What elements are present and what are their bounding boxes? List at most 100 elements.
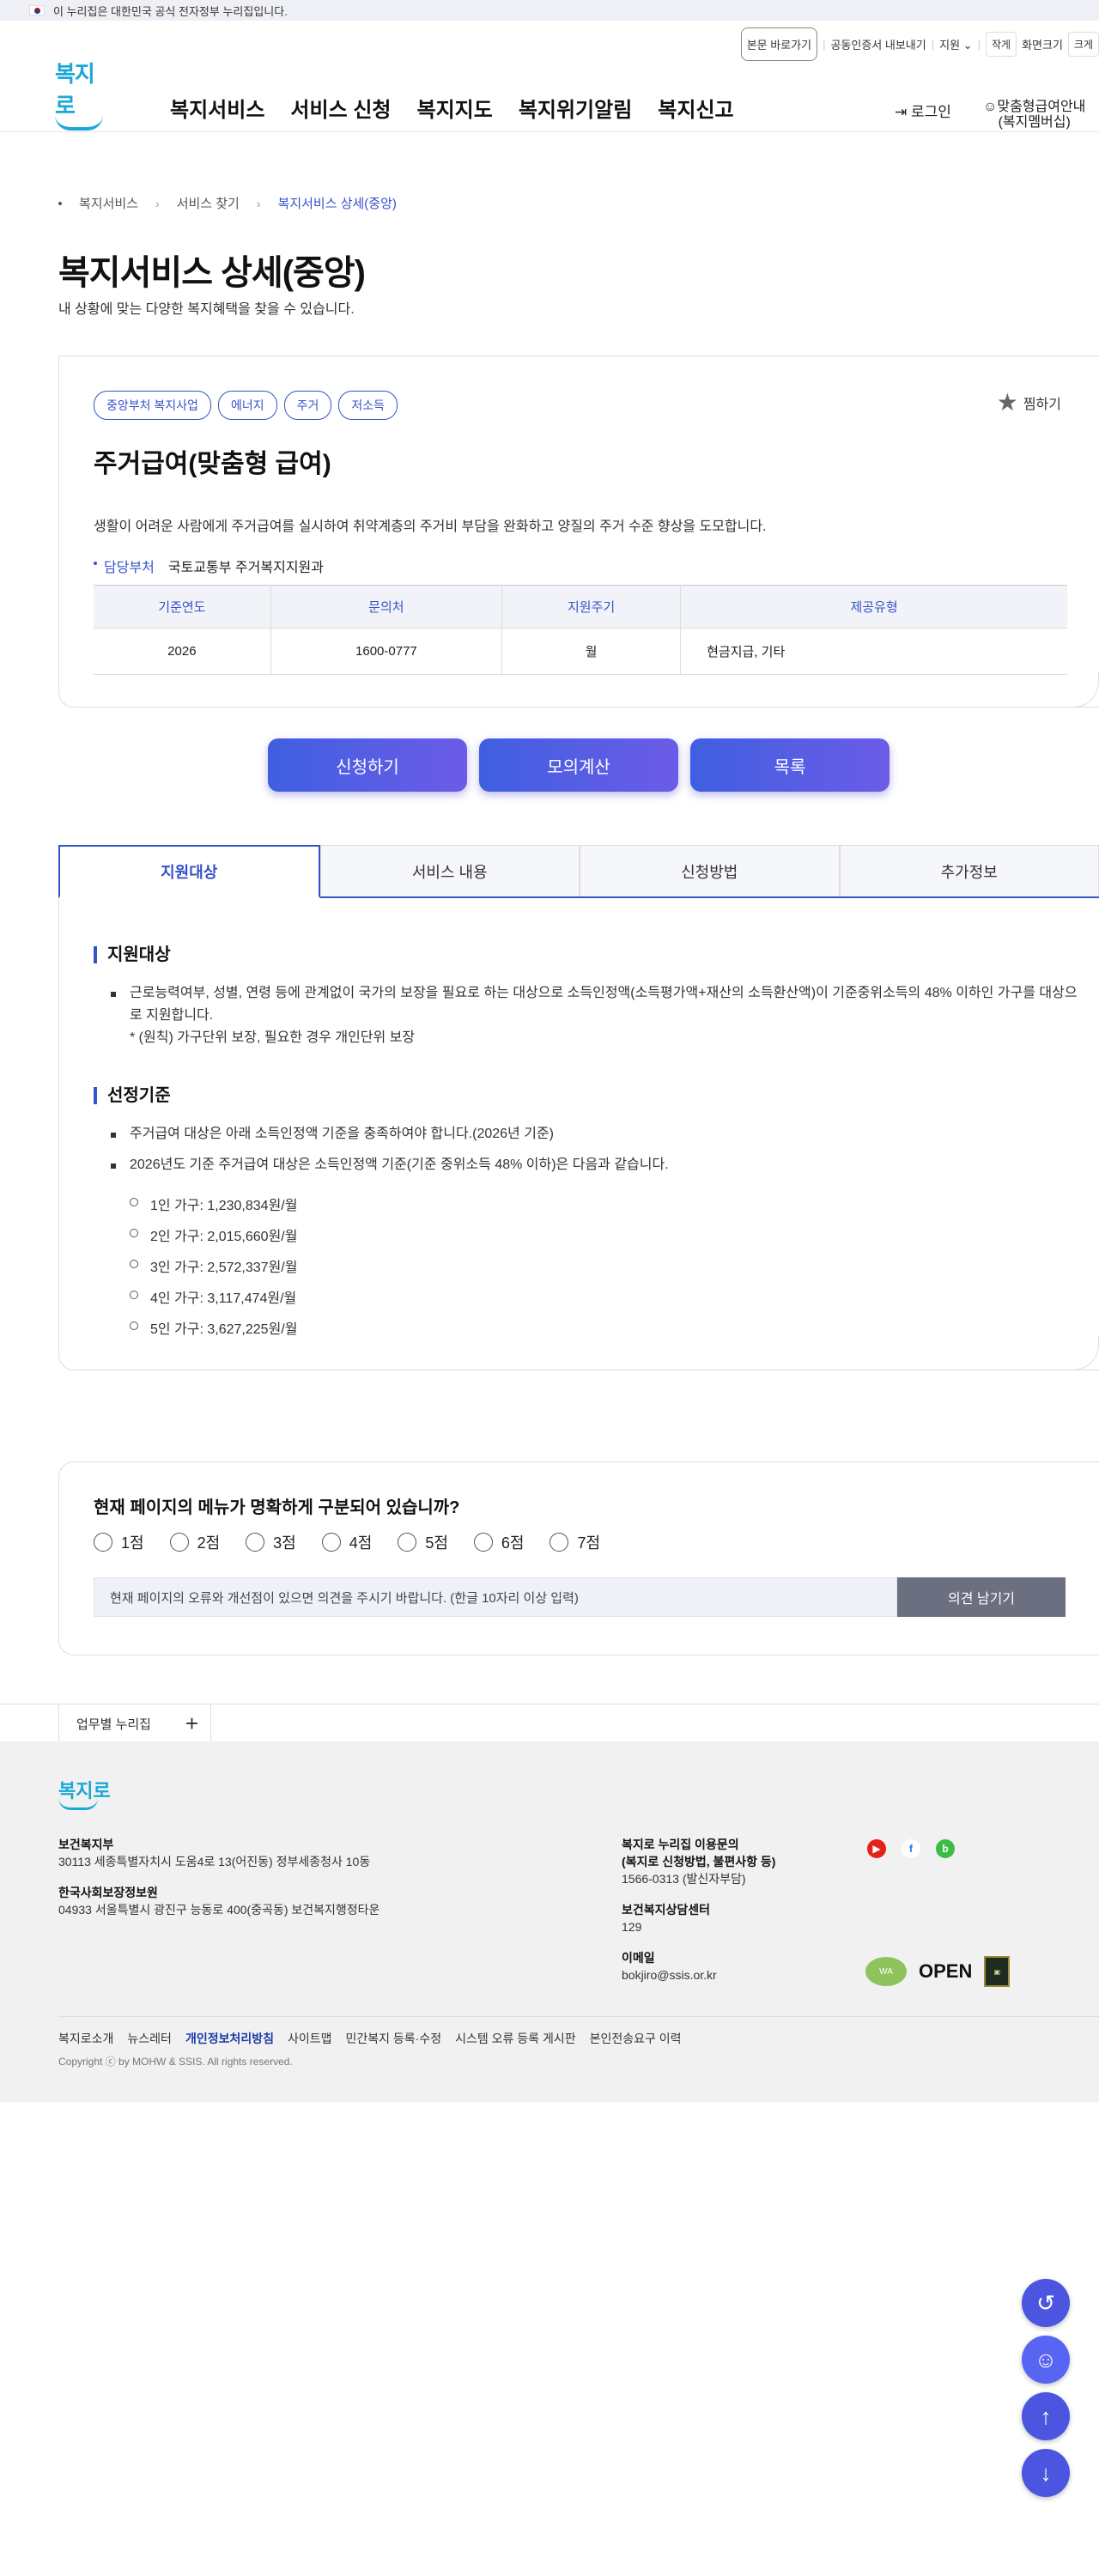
rating-option[interactable]: 3점 bbox=[246, 1531, 296, 1553]
tag[interactable]: 주거 bbox=[283, 391, 332, 420]
language-label: 지원 bbox=[939, 39, 961, 52]
survey-section: 현재 페이지의 메뉴가 명확하게 구분되어 있습니까? 1점 2점 3점 4점 … bbox=[58, 1461, 1099, 1656]
text-small-button[interactable]: 작게 bbox=[985, 32, 1017, 57]
rating-option[interactable]: 2점 bbox=[169, 1531, 220, 1553]
youtube-icon[interactable]: ▶ bbox=[867, 1839, 886, 1858]
page-subtitle: 내 상황에 맞는 다양한 복지혜택을 찾을 수 있습니다. bbox=[58, 302, 355, 317]
table-header: 제공유형 bbox=[680, 585, 1067, 629]
rating-label: 5점 bbox=[425, 1534, 448, 1552]
nav-crisis-alert[interactable]: 복지위기알림 bbox=[519, 93, 632, 123]
login-label: 로그인 bbox=[910, 104, 951, 120]
login-link[interactable]: ⇥ 로그인 bbox=[895, 100, 951, 121]
list-button[interactable]: 목록 bbox=[690, 738, 890, 792]
apply-button[interactable]: 신청하기 bbox=[268, 738, 467, 792]
certification-badge-icon[interactable]: ▣ bbox=[984, 1956, 1011, 1987]
skip-to-content-button[interactable]: 본문 바로가기 bbox=[740, 27, 818, 61]
tab-additional-info[interactable]: 추가정보 bbox=[839, 845, 1099, 896]
footer-link[interactable]: 본인전송요구 이력 bbox=[590, 2030, 682, 2047]
chatbot-icon: ☺ bbox=[1034, 2346, 1058, 2372]
footer-link[interactable]: 시스템 오류 등록 게시판 bbox=[455, 2030, 575, 2047]
favorite-label: 찜하기 bbox=[1023, 398, 1061, 412]
breadcrumb-item[interactable]: 서비스 찾기 bbox=[177, 194, 240, 212]
contact-info: 이메일 bokjiro@ssis.or.kr bbox=[622, 1949, 717, 1984]
org-info: 보건복지부 30113 세종특별자치시 도움4로 13(어진동) 정부세종청사 … bbox=[58, 1836, 370, 1870]
favorite-button[interactable]: ★ 찜하기 bbox=[997, 391, 1061, 415]
history-icon: ↺ bbox=[1036, 2289, 1055, 2316]
gov-banner-text: 이 누리집은 대한민국 공식 전자정부 누리집입니다. bbox=[53, 4, 288, 18]
list-item: 주거급여 대상은 아래 소득인정액 기준을 충족하여야 합니다.(2026년 기… bbox=[111, 1123, 1099, 1145]
table-header: 지원주기 bbox=[501, 585, 682, 629]
breadcrumb-item[interactable]: 복지서비스 bbox=[79, 194, 138, 212]
tab-service-content[interactable]: 서비스 내용 bbox=[319, 845, 580, 896]
divider: | bbox=[823, 38, 826, 51]
arrow-up-icon: ↑ bbox=[1040, 2403, 1052, 2429]
language-select[interactable]: 지원 ⌄ bbox=[939, 36, 972, 52]
footer-link-privacy[interactable]: 개인정보처리방침 bbox=[185, 2030, 274, 2047]
site-logo[interactable]: 복지로 bbox=[55, 57, 110, 131]
submit-feedback-button[interactable]: 의견 남기기 bbox=[897, 1577, 1066, 1617]
text-large-button[interactable]: 크게 bbox=[1067, 32, 1099, 57]
star-icon: ★ bbox=[996, 389, 1018, 416]
facebook-icon[interactable]: f bbox=[902, 1839, 920, 1858]
nav-welfare-map[interactable]: 복지지도 bbox=[416, 93, 492, 123]
nav-service-apply[interactable]: 서비스 신청 bbox=[290, 93, 391, 123]
copyright: Copyright ⓒ by MOHW & SSIS. All rights r… bbox=[58, 2056, 293, 2068]
footer-logo: 복지로 bbox=[58, 1776, 111, 1810]
portal-dropdown[interactable]: 업무별 누리집 + bbox=[58, 1704, 211, 1742]
web-accessibility-badge-icon[interactable]: WA bbox=[865, 1957, 907, 1986]
user-icon: ☺ bbox=[983, 100, 998, 114]
rating-option[interactable]: 6점 bbox=[473, 1531, 524, 1553]
rating-label: 7점 bbox=[577, 1534, 601, 1552]
radio-circle-icon bbox=[473, 1533, 493, 1552]
footer-link[interactable]: 뉴스레터 bbox=[127, 2030, 172, 2047]
blog-icon[interactable]: b bbox=[936, 1839, 955, 1858]
sub-list-item: 4인 가구: 3,117,474원/월 bbox=[129, 1286, 296, 1307]
radio-circle-icon bbox=[550, 1533, 569, 1552]
open-badge-icon[interactable]: OPEN bbox=[919, 1960, 972, 1983]
breadcrumb: 복지서비스 › 서비스 찾기 › 복지서비스 상세(중앙) bbox=[58, 194, 397, 212]
mock-calc-button[interactable]: 모의계산 bbox=[479, 738, 678, 792]
tag[interactable]: 저소득 bbox=[338, 391, 398, 420]
tab-eligibility[interactable]: 지원대상 bbox=[58, 845, 320, 898]
rating-option[interactable]: 7점 bbox=[550, 1531, 600, 1553]
footer-link[interactable]: 복지로소개 bbox=[58, 2030, 113, 2047]
gov-banner: 이 누리집은 대한민국 공식 전자정부 누리집입니다. bbox=[0, 0, 1099, 21]
rating-option[interactable]: 1점 bbox=[94, 1531, 144, 1553]
scroll-bottom-button[interactable]: ↓ bbox=[1022, 2449, 1070, 2497]
rating-option[interactable]: 4점 bbox=[321, 1531, 372, 1553]
survey-question: 현재 페이지의 메뉴가 명확하게 구분되어 있습니까? bbox=[94, 1498, 460, 1517]
custom-benefit-link[interactable]: ☺맞춤형급여안내 (복지멤버십) bbox=[983, 100, 1085, 131]
tag[interactable]: 에너지 bbox=[217, 391, 277, 420]
cert-export-link[interactable]: 공동인증서 내보내기 bbox=[830, 36, 926, 52]
chevron-right-icon: › bbox=[155, 196, 160, 210]
chatbot-button[interactable]: ☺ bbox=[1022, 2336, 1070, 2384]
rating-option[interactable]: 5점 bbox=[398, 1531, 448, 1553]
page-title: 복지서비스 상세(중앙) bbox=[58, 254, 366, 292]
list-item: 2026년도 기준 주거급여 대상은 소득인정액 기준(기준 중위소득 48% … bbox=[111, 1154, 1099, 1176]
table-header: 기준연도 bbox=[94, 585, 271, 629]
main-nav: 복지서비스 서비스 신청 복지지도 복지위기알림 복지신고 bbox=[170, 93, 734, 123]
contact-title: 복지로 누리집 이용문의 bbox=[622, 1838, 739, 1851]
tab-how-to-apply[interactable]: 신청방법 bbox=[580, 845, 840, 896]
contact-info: 복지로 누리집 이용문의 (복지로 신청방법, 불편사항 등) 1566-031… bbox=[622, 1836, 775, 1887]
nav-welfare-services[interactable]: 복지서비스 bbox=[170, 93, 264, 123]
list-item: 근로능력여부, 성별, 연령 등에 관계없이 국가의 보장을 필요로 하는 대상… bbox=[111, 982, 1099, 1049]
table-header-row: 기준연도 문의처 지원주기 제공유형 bbox=[94, 585, 1067, 629]
scroll-top-button[interactable]: ↑ bbox=[1022, 2392, 1070, 2440]
footer: 복지로 보건복지부 30113 세종특별자치시 도움4로 13(어진동) 정부세… bbox=[0, 1741, 1099, 2102]
section-heading: 지원대상 bbox=[94, 946, 171, 963]
login-icon: ⇥ bbox=[895, 104, 908, 120]
contact-info: 보건복지상담센터 129 bbox=[622, 1901, 710, 1935]
tag[interactable]: 중앙부처 복지사업 bbox=[94, 391, 211, 420]
footer-link[interactable]: 민간복지 등록·수정 bbox=[346, 2030, 442, 2047]
feedback-input[interactable]: 현재 페이지의 오류와 개선점이 있으면 의견을 주시기 바랍니다. (한글 1… bbox=[94, 1577, 897, 1617]
contact-email[interactable]: bokjiro@ssis.or.kr bbox=[622, 1968, 717, 1982]
footer-link[interactable]: 사이트맵 bbox=[288, 2030, 332, 2047]
certification-badges: WA OPEN ▣ bbox=[865, 1956, 1011, 1987]
nav-welfare-report[interactable]: 복지신고 bbox=[658, 93, 733, 123]
footer-links: 복지로소개 뉴스레터 개인정보처리방침 사이트맵 민간복지 등록·수정 시스템 … bbox=[58, 2030, 682, 2047]
radio-circle-icon bbox=[94, 1533, 112, 1552]
footer-logo-text: 복지로 bbox=[58, 1780, 111, 1801]
contact-title: 보건복지상담센터 bbox=[622, 1903, 711, 1917]
history-button[interactable]: ↺ bbox=[1022, 2279, 1070, 2327]
